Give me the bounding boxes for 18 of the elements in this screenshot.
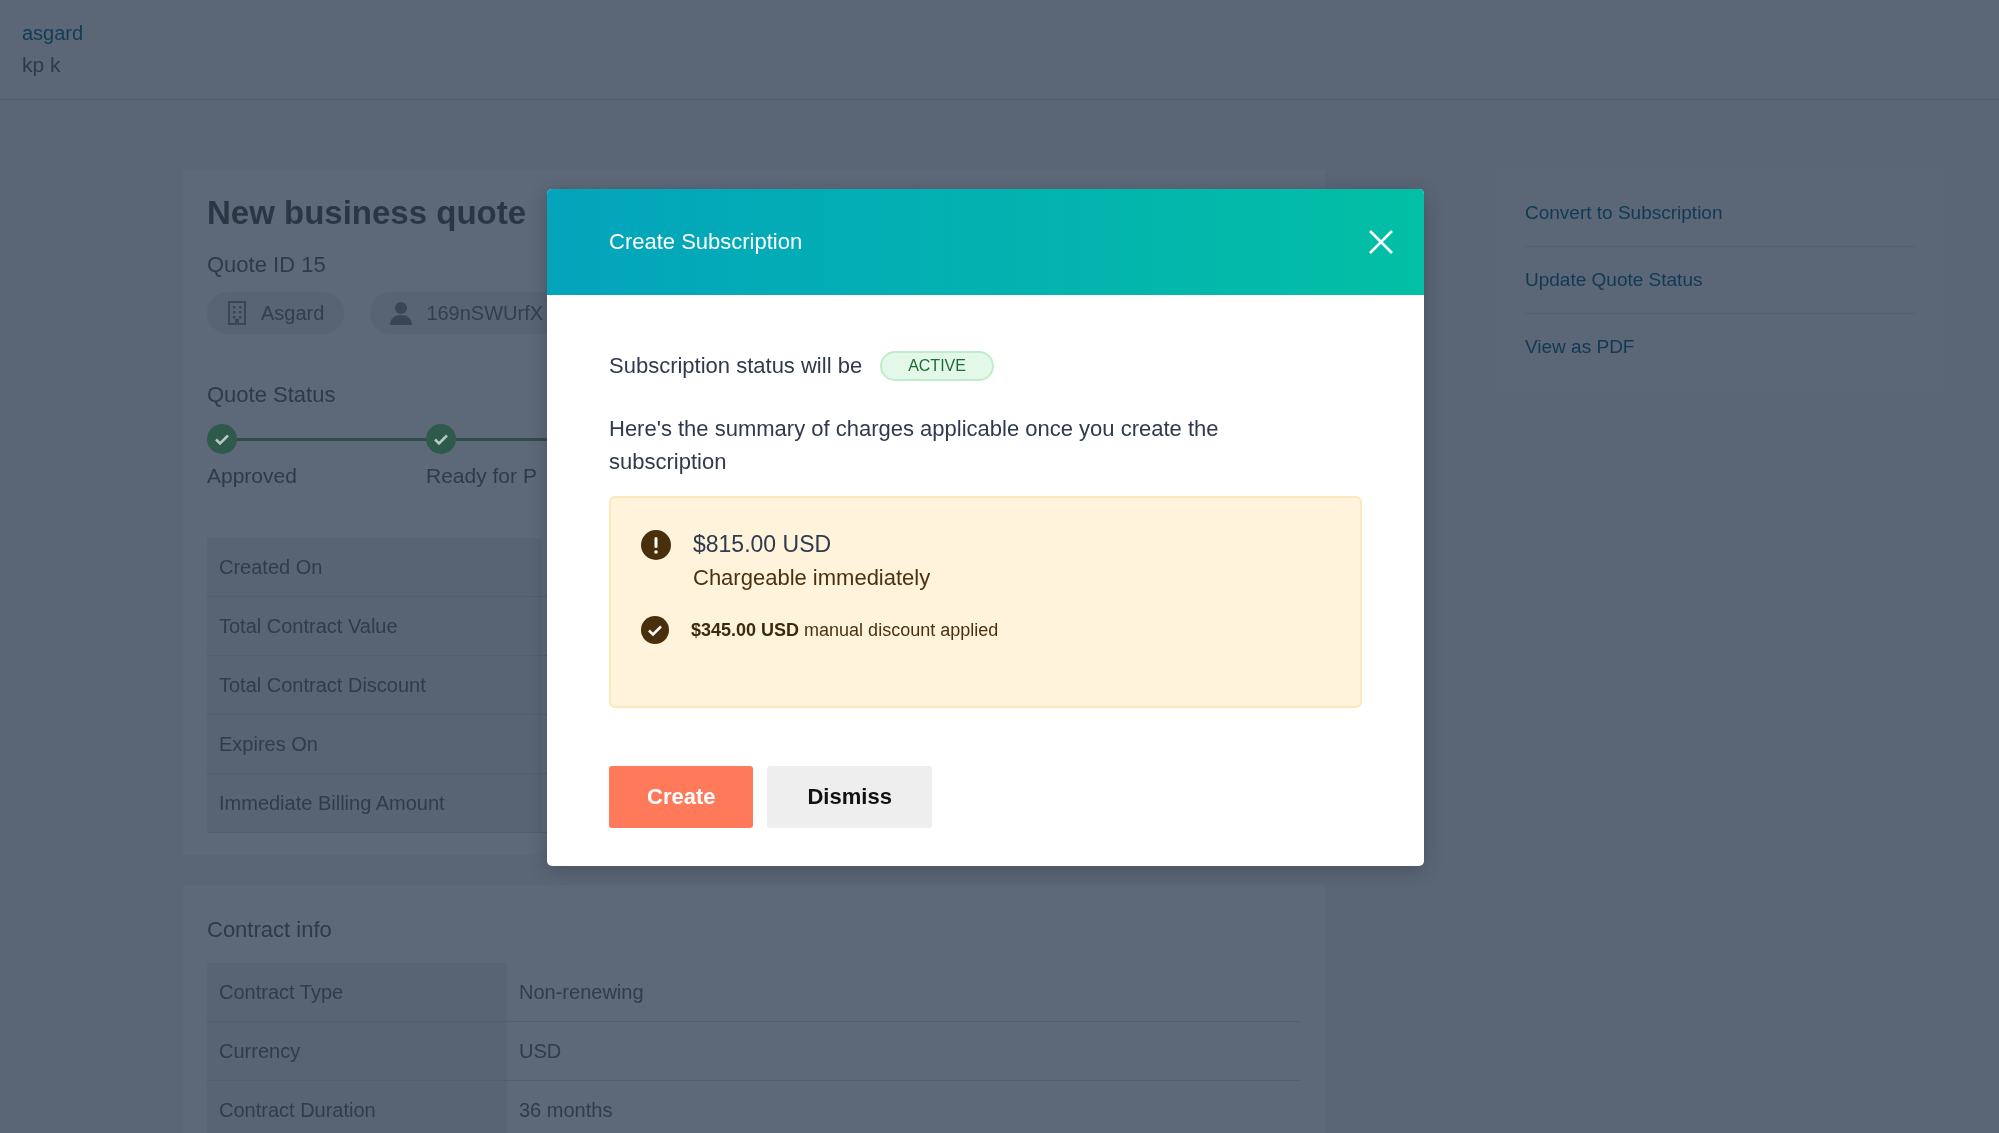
organization-link[interactable]: asgard — [22, 22, 1977, 45]
status-text: Subscription status will be — [609, 352, 863, 380]
person-icon — [390, 301, 413, 325]
dismiss-button[interactable]: Dismiss — [767, 766, 932, 828]
action-link[interactable]: View as PDF — [1525, 314, 1915, 380]
summary-text: Here's the summary of charges applicable once you create the subscription — [609, 415, 1220, 476]
status-badge: ACTIVE — [880, 350, 994, 381]
check-icon — [641, 616, 669, 644]
close-button[interactable] — [1368, 229, 1394, 255]
discount-text: $345.00 USD manual discount applied — [691, 619, 999, 642]
create-button[interactable]: Create — [609, 766, 754, 828]
dialog-title: Create Subscription — [609, 229, 803, 255]
warning-icon — [641, 530, 671, 560]
action-link[interactable]: Update Quote Status — [1525, 247, 1915, 314]
charge-amount: $815.00 USD — [693, 530, 833, 559]
building-icon — [227, 301, 247, 325]
charge-note: Chargeable immediately — [693, 564, 931, 592]
action-link[interactable]: Convert to Subscription — [1525, 180, 1915, 247]
